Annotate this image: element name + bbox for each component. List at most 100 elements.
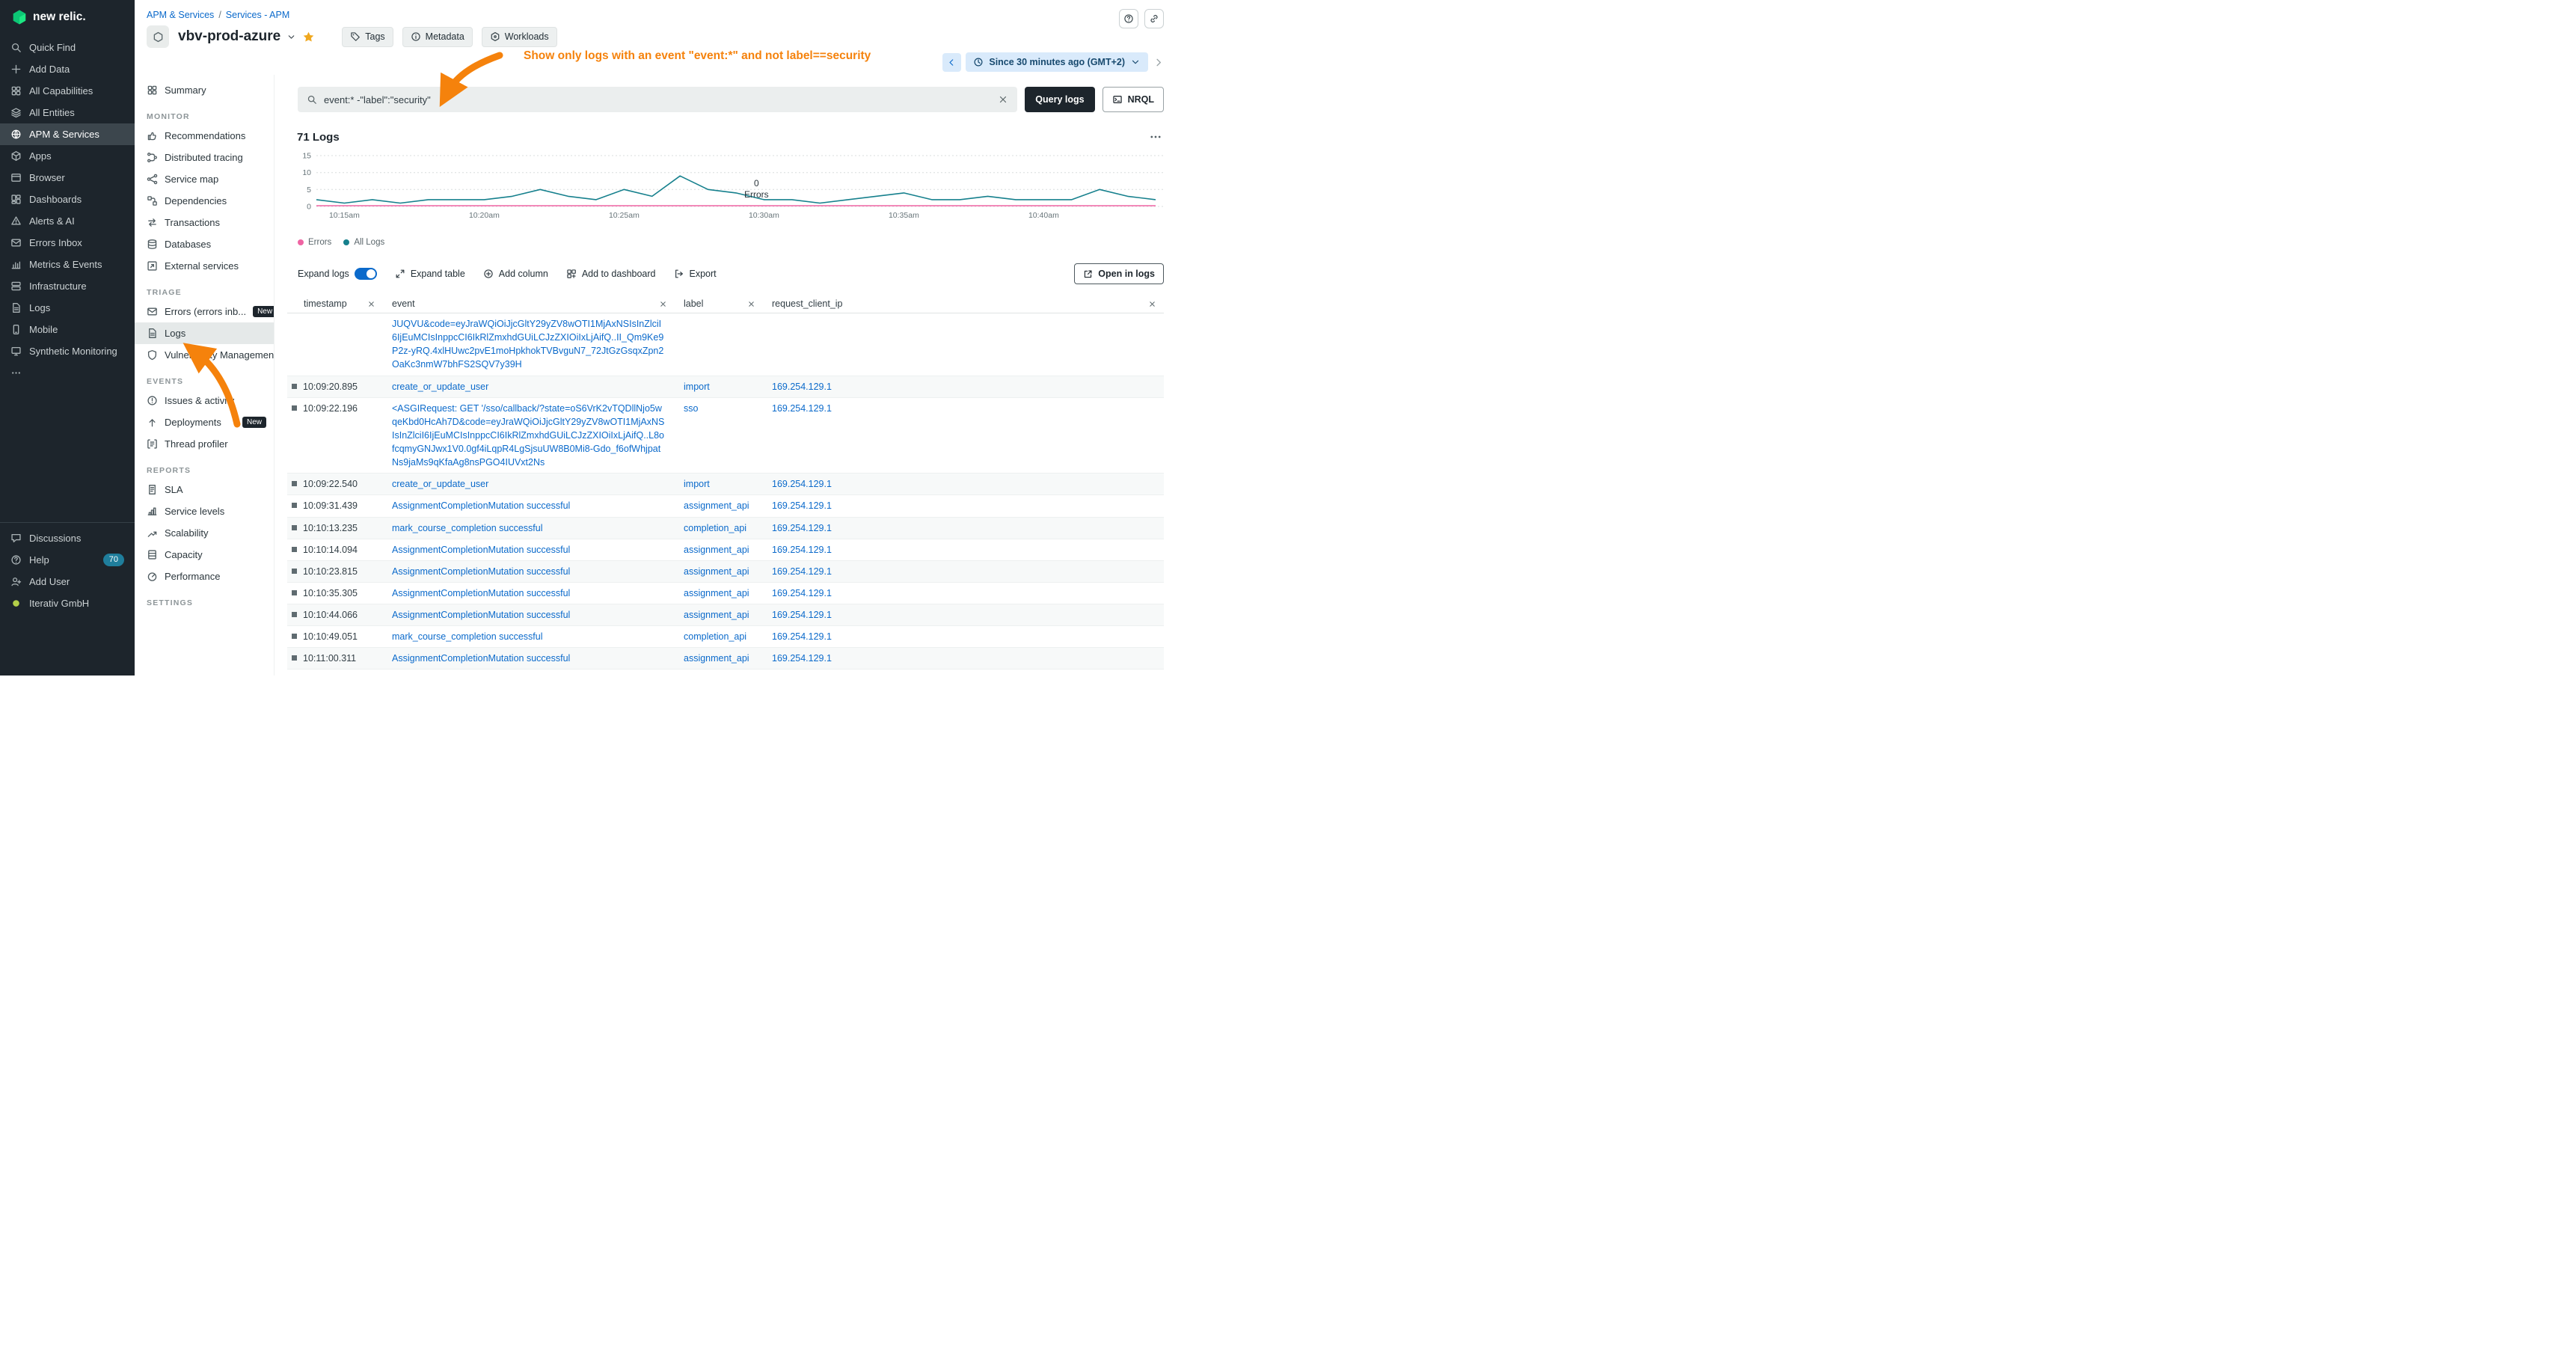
add-to-dashboard-button[interactable]: Add to dashboard: [566, 269, 656, 279]
event-link[interactable]: mark_course_completion successful: [392, 523, 542, 533]
label-link[interactable]: assignment_api: [684, 610, 749, 620]
sidebar-bottom-item-iterativ-gmbh[interactable]: Iterativ GmbH: [0, 592, 135, 614]
favorite-star-icon[interactable]: [302, 31, 315, 43]
subnav-item-sla[interactable]: SLA: [135, 479, 274, 500]
sidebar-item-all-entities[interactable]: All Entities: [0, 102, 135, 123]
sidebar-item-apps[interactable]: Apps: [0, 145, 135, 167]
event-link[interactable]: mark_course_completion successful: [392, 631, 542, 642]
sidebar-item-browser[interactable]: Browser: [0, 167, 135, 189]
time-back-button[interactable]: [942, 53, 961, 72]
legend-item-all-logs[interactable]: All Logs: [343, 238, 384, 247]
remove-column-icon[interactable]: [1148, 300, 1156, 308]
subnav-item-databases[interactable]: Databases: [135, 233, 274, 255]
sidebar-item-metrics-events[interactable]: Metrics & Events: [0, 254, 135, 275]
tags-button[interactable]: Tags: [342, 27, 393, 47]
export-button[interactable]: Export: [674, 269, 717, 279]
new-relic-logo[interactable]: new relic.: [0, 0, 135, 29]
breadcrumb-services-apm[interactable]: Services - APM: [226, 10, 289, 20]
subnav-item-scalability[interactable]: Scalability: [135, 522, 274, 544]
remove-column-icon[interactable]: [659, 300, 667, 308]
subnav-item-dependencies[interactable]: Dependencies: [135, 190, 274, 212]
request-client-ip-link[interactable]: 169.254.129.1: [772, 566, 832, 577]
add-column-button[interactable]: Add column: [483, 269, 548, 279]
event-link[interactable]: AssignmentCompletionMutation successful: [392, 500, 570, 511]
row-checkbox[interactable]: [292, 405, 297, 411]
subnav-item-service-levels[interactable]: Service levels: [135, 500, 274, 522]
row-checkbox[interactable]: [292, 384, 297, 389]
subnav-item-external-services[interactable]: External services: [135, 255, 274, 277]
sidebar-item-all-capabilities[interactable]: All Capabilities: [0, 80, 135, 102]
row-checkbox[interactable]: [292, 547, 297, 552]
time-picker[interactable]: Since 30 minutes ago (GMT+2): [966, 52, 1148, 72]
request-client-ip-link[interactable]: 169.254.129.1: [772, 631, 832, 642]
row-checkbox[interactable]: [292, 590, 297, 595]
nrql-button[interactable]: NRQL: [1103, 87, 1164, 112]
logs-query-box[interactable]: [298, 87, 1017, 112]
permalink-button[interactable]: [1144, 9, 1164, 28]
subnav-item-errors-errors-inb[interactable]: Errors (errors inb...New: [135, 301, 274, 322]
query-logs-button[interactable]: Query logs: [1025, 87, 1094, 112]
row-checkbox[interactable]: [292, 569, 297, 574]
event-link[interactable]: <ASGIRequest: GET '/sso/callback/?state=…: [392, 403, 664, 468]
sidebar-bottom-item-help[interactable]: Help70: [0, 549, 135, 571]
subnav-item-capacity[interactable]: Capacity: [135, 544, 274, 566]
workloads-button[interactable]: Workloads: [482, 27, 557, 47]
entity-switcher-chevron-icon[interactable]: [286, 32, 296, 42]
logs-more-menu-icon[interactable]: [1149, 130, 1162, 144]
sidebar-item-synthetic-monitoring[interactable]: Synthetic Monitoring: [0, 340, 135, 362]
sidebar-item-dashboards[interactable]: Dashboards: [0, 189, 135, 210]
event-link[interactable]: JUQVU&code=eyJraWQiOiJjcGltY29yZV8wOTI1M…: [392, 319, 663, 370]
request-client-ip-link[interactable]: 169.254.129.1: [772, 403, 832, 414]
event-link[interactable]: create_or_update_user: [392, 382, 488, 392]
entity-name[interactable]: vbv-prod-azure: [178, 28, 280, 45]
expand-table-button[interactable]: Expand table: [395, 269, 465, 279]
sidebar-bottom-item-discussions[interactable]: Discussions: [0, 527, 135, 549]
label-link[interactable]: import: [684, 382, 710, 392]
subnav-item-recommendations[interactable]: Recommendations: [135, 125, 274, 147]
row-checkbox[interactable]: [292, 503, 297, 508]
time-forward-icon[interactable]: [1153, 57, 1164, 68]
sidebar-item-add-data[interactable]: Add Data: [0, 58, 135, 80]
request-client-ip-link[interactable]: 169.254.129.1: [772, 382, 832, 392]
request-client-ip-link[interactable]: 169.254.129.1: [772, 479, 832, 489]
subnav-item-performance[interactable]: Performance: [135, 566, 274, 587]
subnav-item-transactions[interactable]: Transactions: [135, 212, 274, 233]
subnav-item-deployments[interactable]: DeploymentsNew: [135, 411, 274, 433]
subnav-item-logs[interactable]: Logs: [135, 322, 274, 344]
open-in-logs-button[interactable]: Open in logs: [1074, 263, 1164, 284]
label-link[interactable]: assignment_api: [684, 500, 749, 511]
label-link[interactable]: assignment_api: [684, 566, 749, 577]
request-client-ip-link[interactable]: 169.254.129.1: [772, 653, 832, 664]
label-link[interactable]: assignment_api: [684, 653, 749, 664]
subnav-item-summary[interactable]: Summary: [135, 79, 274, 101]
row-checkbox[interactable]: [292, 655, 297, 661]
sidebar-item-errors-inbox[interactable]: Errors Inbox: [0, 232, 135, 254]
row-checkbox[interactable]: [292, 634, 297, 639]
sidebar-item-quick-find[interactable]: Quick Find: [0, 37, 135, 58]
expand-logs-toggle[interactable]: [355, 268, 377, 280]
event-link[interactable]: AssignmentCompletionMutation successful: [392, 545, 570, 555]
legend-item-errors[interactable]: Errors: [298, 238, 331, 247]
subnav-item-thread-profiler[interactable]: Thread profiler: [135, 433, 274, 455]
sidebar-item-infrastructure[interactable]: Infrastructure: [0, 275, 135, 297]
request-client-ip-link[interactable]: 169.254.129.1: [772, 588, 832, 598]
event-link[interactable]: AssignmentCompletionMutation successful: [392, 653, 570, 664]
request-client-ip-link[interactable]: 169.254.129.1: [772, 610, 832, 620]
metadata-button[interactable]: Metadata: [402, 27, 473, 47]
label-link[interactable]: sso: [684, 403, 698, 414]
label-link[interactable]: assignment_api: [684, 545, 749, 555]
sidebar-item-more[interactable]: [0, 362, 135, 384]
event-link[interactable]: AssignmentCompletionMutation successful: [392, 588, 570, 598]
help-button[interactable]: [1119, 9, 1138, 28]
sidebar-item-apm-services[interactable]: APM & Services: [0, 123, 135, 145]
request-client-ip-link[interactable]: 169.254.129.1: [772, 500, 832, 511]
subnav-item-vulnerability-management[interactable]: Vulnerability Management: [135, 344, 274, 366]
remove-column-icon[interactable]: [367, 300, 375, 308]
sidebar-item-mobile[interactable]: Mobile: [0, 319, 135, 340]
event-link[interactable]: AssignmentCompletionMutation successful: [392, 610, 570, 620]
sidebar-bottom-item-add-user[interactable]: Add User: [0, 571, 135, 592]
event-link[interactable]: create_or_update_user: [392, 479, 488, 489]
request-client-ip-link[interactable]: 169.254.129.1: [772, 523, 832, 533]
subnav-item-issues-activity[interactable]: Issues & activity: [135, 390, 274, 411]
label-link[interactable]: assignment_api: [684, 588, 749, 598]
